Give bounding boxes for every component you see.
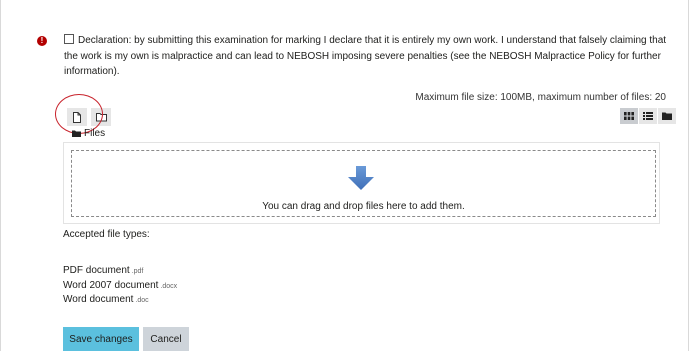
view-tree-button[interactable]: [658, 108, 676, 124]
file-type-item: PDF document .pdf: [63, 265, 143, 278]
declaration: Declaration: by submitting this examinat…: [64, 33, 669, 80]
files-label-text: Files: [84, 128, 106, 139]
declaration-checkbox[interactable]: [64, 34, 74, 44]
file-type-name: PDF document: [63, 265, 130, 276]
folder-icon: [72, 130, 81, 137]
accepted-types-title: Accepted file types:: [63, 229, 150, 240]
file-type-ext: .pdf: [131, 268, 144, 275]
folder-icon: [662, 112, 672, 120]
file-icon: [73, 111, 81, 123]
file-type-name: Word 2007 document: [63, 280, 159, 291]
view-grid-button[interactable]: [620, 108, 638, 124]
create-folder-button[interactable]: [91, 108, 111, 126]
files-folder-label[interactable]: Files: [72, 128, 105, 140]
add-file-button[interactable]: [67, 108, 87, 126]
file-type-item: Word document .doc: [63, 294, 149, 307]
required-icon: !: [37, 36, 47, 46]
cancel-button[interactable]: Cancel: [143, 327, 189, 351]
max-file-size-text: Maximum file size: 100MB, maximum number…: [415, 92, 666, 103]
view-list-button[interactable]: [639, 108, 657, 124]
save-changes-button[interactable]: Save changes: [63, 327, 139, 351]
file-type-name: Word document: [63, 294, 134, 305]
file-type-ext: .docx: [160, 283, 178, 290]
file-type-ext: .doc: [135, 297, 149, 304]
declaration-text: Declaration: by submitting this examinat…: [64, 35, 667, 77]
list-icon: [643, 112, 653, 120]
download-arrow-icon: [348, 166, 374, 190]
file-type-item: Word 2007 document .docx: [63, 280, 177, 293]
folder-plus-icon: [95, 113, 107, 122]
frame-left-border: [0, 0, 1, 351]
grid-icon: [624, 112, 634, 120]
dropzone-text: You can drag and drop files here to add …: [262, 201, 465, 212]
